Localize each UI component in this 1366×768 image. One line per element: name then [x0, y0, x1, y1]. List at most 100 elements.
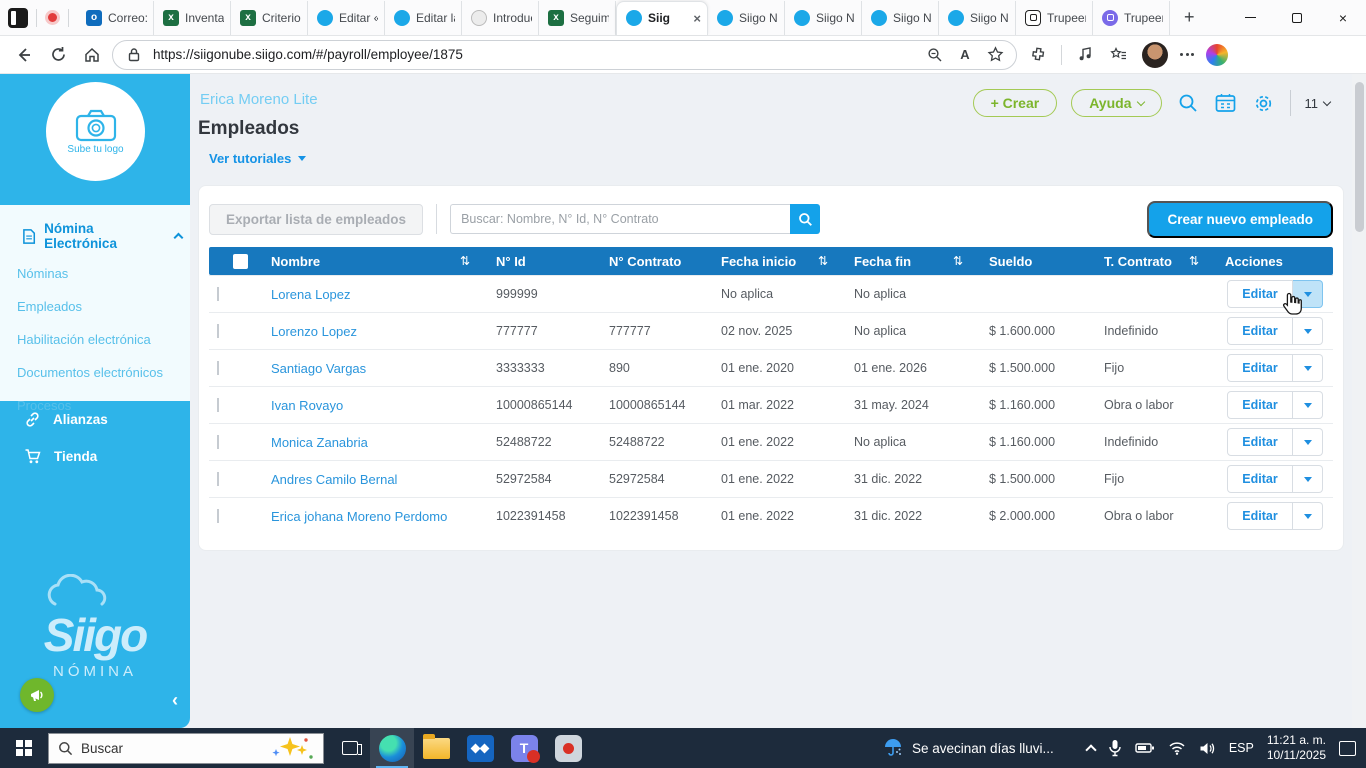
- extensions-icon[interactable]: [1027, 44, 1049, 66]
- column-header-fecha-fin[interactable]: Fecha fin ⇅: [846, 254, 981, 269]
- new-tab-button[interactable]: +: [1184, 7, 1195, 28]
- branch-selector[interactable]: 11: [1305, 96, 1332, 111]
- close-tab-icon[interactable]: ×: [693, 11, 701, 26]
- wifi-icon[interactable]: [1168, 741, 1186, 755]
- tab-editar-2[interactable]: Editar la: [385, 0, 462, 35]
- read-aloud-icon[interactable]: A: [954, 44, 976, 66]
- tab-seguimiento[interactable]: xSeguimi: [539, 0, 616, 35]
- edit-button[interactable]: Editar: [1227, 428, 1293, 456]
- url-text[interactable]: https://siigonube.siigo.com/#/payroll/em…: [153, 47, 916, 62]
- tab-siigo-3[interactable]: Siigo N: [785, 0, 862, 35]
- scrollbar-thumb[interactable]: [1355, 82, 1364, 232]
- edit-dropdown-button[interactable]: [1293, 428, 1323, 456]
- profile-avatar[interactable]: [1142, 41, 1168, 68]
- row-checkbox[interactable]: [217, 361, 219, 375]
- taskbar-edge-button[interactable]: [370, 728, 414, 768]
- row-checkbox[interactable]: [217, 398, 219, 412]
- sort-icon[interactable]: ⇅: [818, 254, 828, 268]
- edit-dropdown-button[interactable]: [1293, 317, 1323, 345]
- favorite-star-icon[interactable]: [984, 44, 1006, 66]
- favorites-list-icon[interactable]: [1108, 44, 1130, 66]
- sidebar-item-nominas[interactable]: Nóminas: [0, 257, 190, 290]
- tray-expand-icon[interactable]: [1085, 744, 1097, 756]
- column-header-id[interactable]: N° Id: [488, 254, 601, 269]
- url-field[interactable]: https://siigonube.siigo.com/#/payroll/em…: [112, 39, 1017, 70]
- sort-icon[interactable]: ⇅: [460, 254, 470, 268]
- create-employee-button[interactable]: Crear nuevo empleado: [1147, 200, 1333, 238]
- collapse-sidebar-icon[interactable]: ‹: [172, 690, 178, 711]
- copilot-icon[interactable]: [1206, 43, 1228, 66]
- battery-icon[interactable]: [1135, 741, 1155, 755]
- row-checkbox[interactable]: [217, 472, 219, 486]
- browser-essentials-icon[interactable]: [1074, 44, 1096, 66]
- close-window-button[interactable]: ×: [1320, 0, 1366, 36]
- employee-name-link[interactable]: Santiago Vargas: [263, 361, 488, 376]
- employee-name-link[interactable]: Lorenzo Lopez: [263, 324, 488, 339]
- back-icon[interactable]: [10, 41, 38, 69]
- edit-button[interactable]: Editar: [1227, 354, 1293, 382]
- column-header-sueldo[interactable]: Sueldo: [981, 254, 1096, 269]
- column-header-nombre[interactable]: Nombre ⇅: [263, 254, 488, 269]
- edit-button[interactable]: Editar: [1227, 502, 1293, 530]
- column-header-contrato[interactable]: N° Contrato: [601, 254, 713, 269]
- tab-criterios[interactable]: xCriterios: [231, 0, 308, 35]
- tab-actions-icon[interactable]: [8, 7, 28, 28]
- speaker-icon[interactable]: [1199, 741, 1216, 756]
- row-checkbox[interactable]: [217, 287, 219, 301]
- sidebar-item-documentos[interactable]: Documentos electrónicos: [0, 356, 190, 389]
- column-header-tipo-contrato[interactable]: T. Contrato ⇅: [1096, 254, 1217, 269]
- edit-button[interactable]: Editar: [1227, 317, 1293, 345]
- calendar-icon[interactable]: [1214, 91, 1238, 115]
- edit-button[interactable]: Editar: [1227, 391, 1293, 419]
- sort-icon[interactable]: ⇅: [1189, 254, 1199, 268]
- taskbar-recorder-button[interactable]: [546, 728, 590, 768]
- language-indicator[interactable]: ESP: [1229, 741, 1254, 755]
- browser-menu-icon[interactable]: [1180, 53, 1194, 56]
- tab-inventario[interactable]: xInventari: [154, 0, 231, 35]
- employee-name-link[interactable]: Monica Zanabria: [263, 435, 488, 450]
- taskbar-teams-button[interactable]: T: [502, 728, 546, 768]
- upload-logo-button[interactable]: Sube tu logo: [46, 82, 145, 181]
- taskbar-explorer-button[interactable]: [414, 728, 458, 768]
- minimize-button[interactable]: [1228, 0, 1274, 36]
- employee-search-input[interactable]: [450, 204, 791, 234]
- tab-siigo-5[interactable]: Siigo N: [939, 0, 1016, 35]
- sidebar-item-tienda[interactable]: Tienda: [0, 438, 190, 475]
- sidebar-item-habilitacion[interactable]: Habilitación electrónica: [0, 323, 190, 356]
- weather-widget[interactable]: Se avecinan días lluvi...: [883, 738, 1054, 758]
- help-button[interactable]: Ayuda: [1071, 89, 1162, 117]
- column-header-fecha-inicio[interactable]: Fecha inicio ⇅: [713, 254, 846, 269]
- edit-dropdown-button[interactable]: [1293, 465, 1323, 493]
- sort-icon[interactable]: ⇅: [953, 254, 963, 268]
- start-button[interactable]: [0, 728, 48, 768]
- edit-dropdown-button[interactable]: [1293, 354, 1323, 382]
- taskbar-search[interactable]: Buscar: [48, 732, 324, 764]
- taskbar-clock[interactable]: 11:21 a. m. 10/11/2025: [1267, 733, 1326, 763]
- view-tutorials-link[interactable]: Ver tutoriales: [209, 151, 307, 166]
- create-button[interactable]: + Crear: [972, 89, 1058, 117]
- recording-indicator-icon[interactable]: [45, 10, 60, 25]
- lock-icon[interactable]: [123, 44, 145, 66]
- sidebar-section-nomina-electronica[interactable]: Nómina Electrónica: [0, 205, 190, 257]
- home-icon[interactable]: [78, 41, 106, 69]
- row-checkbox[interactable]: [217, 324, 219, 338]
- taskbar-devops-button[interactable]: [458, 728, 502, 768]
- employee-name-link[interactable]: Erica johana Moreno Perdomo: [263, 509, 488, 524]
- tab-editar-1[interactable]: Editar «: [308, 0, 385, 35]
- task-view-button[interactable]: [330, 728, 370, 768]
- tab-siigo-2[interactable]: Siigo N: [708, 0, 785, 35]
- tab-correo[interactable]: o Correo:: [77, 0, 154, 35]
- tab-introduc[interactable]: Introduc: [462, 0, 539, 35]
- announcements-button[interactable]: [20, 678, 54, 712]
- edit-button[interactable]: Editar: [1227, 465, 1293, 493]
- tab-siigo-active[interactable]: Siig ×: [616, 0, 708, 35]
- row-checkbox[interactable]: [217, 509, 219, 523]
- tab-trupeer-2[interactable]: Trupeer: [1093, 0, 1170, 35]
- refresh-icon[interactable]: [44, 41, 72, 69]
- sidebar-item-alianzas[interactable]: Alianzas: [0, 401, 190, 438]
- export-employees-button[interactable]: Exportar lista de empleados: [209, 203, 424, 235]
- search-submit-button[interactable]: [790, 204, 821, 234]
- sidebar-item-empleados[interactable]: Empleados: [0, 290, 190, 323]
- employee-name-link[interactable]: Ivan Rovayo: [263, 398, 488, 413]
- select-all-checkbox[interactable]: [232, 253, 248, 269]
